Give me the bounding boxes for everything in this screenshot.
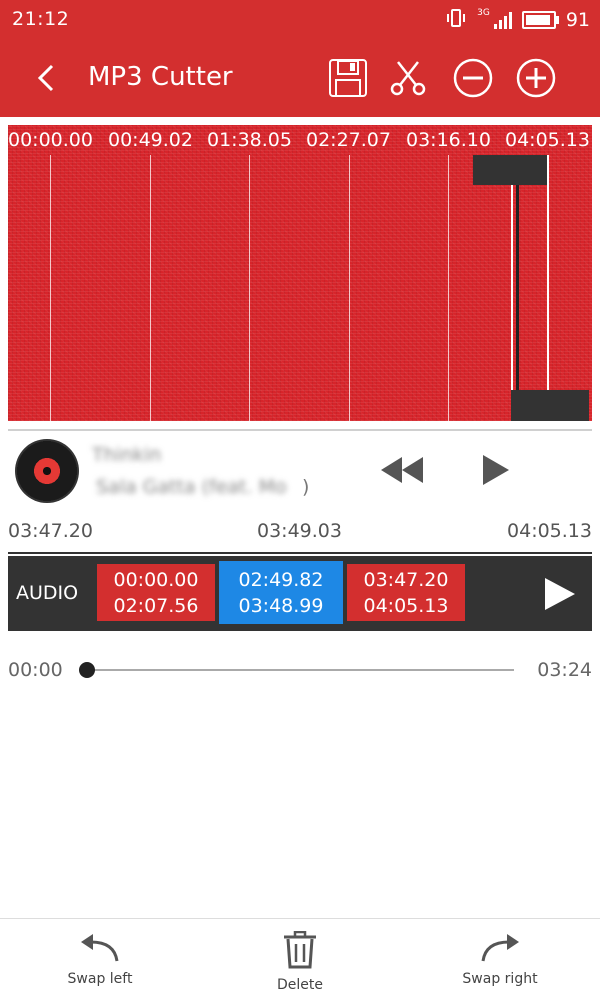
app-bar: MP3 Cutter [0, 40, 600, 117]
waveform-view[interactable]: 00:00.00 00:49.02 01:38.05 02:27.07 03:1… [8, 125, 592, 421]
grid-line [349, 155, 350, 421]
track-info: Thinkin Sala Gatta (feat. Mo ) [0, 432, 600, 510]
timeline-tick: 03:16.10 [406, 129, 491, 151]
save-button[interactable] [326, 56, 370, 100]
delete-label: Delete [277, 977, 323, 993]
track-artist: Sala Gatta (feat. Mo [96, 476, 287, 498]
network-type: 3G [477, 8, 490, 18]
swap-left-icon [81, 934, 119, 962]
rewind-button[interactable] [377, 450, 427, 490]
zoom-in-button[interactable] [514, 56, 558, 100]
segment-end: 02:07.56 [113, 594, 199, 617]
play-icon [545, 578, 575, 610]
back-arrow-icon [37, 64, 54, 92]
timeline-tick: 04:05.13 [505, 129, 590, 151]
vibrate-icon [445, 9, 467, 31]
play-button[interactable] [471, 450, 521, 490]
back-button[interactable] [26, 58, 66, 98]
play-icon [483, 455, 509, 485]
scissors-icon [390, 61, 426, 96]
signal-icon [493, 11, 512, 29]
selection-end-time: 04:05.13 [507, 520, 592, 542]
status-icons: 3G 91 [445, 8, 590, 32]
seek-thumb[interactable] [79, 662, 95, 678]
track-title: Thinkin [92, 444, 162, 466]
timeline-tick: 00:00.00 [8, 129, 93, 151]
divider [8, 429, 592, 431]
segment-2[interactable]: 02:49.82 03:48.99 [219, 561, 343, 624]
save-icon [329, 59, 367, 97]
segment-end: 04:05.13 [363, 594, 449, 617]
rewind-icon [381, 457, 423, 483]
segment-play-button[interactable] [540, 574, 580, 614]
playhead-line [516, 185, 519, 390]
segment-3[interactable]: 03:47.20 04:05.13 [347, 564, 465, 621]
swap-right-icon [481, 934, 519, 962]
zoom-out-icon [453, 58, 493, 98]
bottom-toolbar: Swap left Delete Swap right [0, 918, 600, 1001]
battery-percent: 91 [565, 9, 590, 31]
battery-icon [521, 11, 559, 29]
segment-bar: AUDIO 00:00.00 02:07.56 02:49.82 03:48.9… [8, 556, 592, 631]
swap-left-label: Swap left [67, 971, 133, 987]
audio-label: AUDIO [16, 582, 79, 604]
divider [8, 552, 592, 554]
segment-1[interactable]: 00:00.00 02:07.56 [97, 564, 215, 621]
selection-end-handle[interactable] [511, 390, 589, 421]
status-time: 21:12 [12, 8, 70, 30]
grid-line [249, 155, 250, 421]
zoom-out-button[interactable] [451, 56, 495, 100]
status-bar: 21:12 3G 91 [0, 0, 600, 40]
current-time: 00:00 [8, 659, 63, 681]
vinyl-disc-icon [15, 439, 79, 503]
grid-line [448, 155, 449, 421]
segment-start: 03:47.20 [363, 568, 449, 591]
segment-start: 00:00.00 [113, 568, 199, 591]
selection-start-line [511, 181, 513, 421]
selection-start-time: 03:47.20 [8, 520, 93, 542]
seek-track[interactable] [86, 669, 514, 671]
swap-right-button[interactable]: Swap right [435, 931, 565, 997]
total-time: 03:24 [537, 659, 592, 681]
timeline-tick: 01:38.05 [207, 129, 292, 151]
page-title: MP3 Cutter [88, 62, 233, 92]
delete-button[interactable]: Delete [235, 931, 365, 997]
selection-end-line [547, 155, 549, 421]
zoom-in-icon [516, 58, 556, 98]
grid-line [50, 155, 51, 421]
selection-start-handle[interactable] [473, 155, 547, 185]
segment-end: 03:48.99 [238, 594, 324, 617]
segment-start: 02:49.82 [238, 568, 324, 591]
swap-right-label: Swap right [462, 971, 538, 987]
selection-middle-time: 03:49.03 [257, 520, 342, 542]
swap-left-button[interactable]: Swap left [35, 931, 165, 997]
seek-row: 00:00 03:24 [0, 650, 600, 690]
timeline-tick: 02:27.07 [306, 129, 391, 151]
grid-line [150, 155, 151, 421]
cut-button[interactable] [386, 56, 430, 100]
trash-icon [284, 931, 316, 969]
track-artist-suffix: ) [302, 476, 310, 498]
timeline-tick: 00:49.02 [108, 129, 193, 151]
